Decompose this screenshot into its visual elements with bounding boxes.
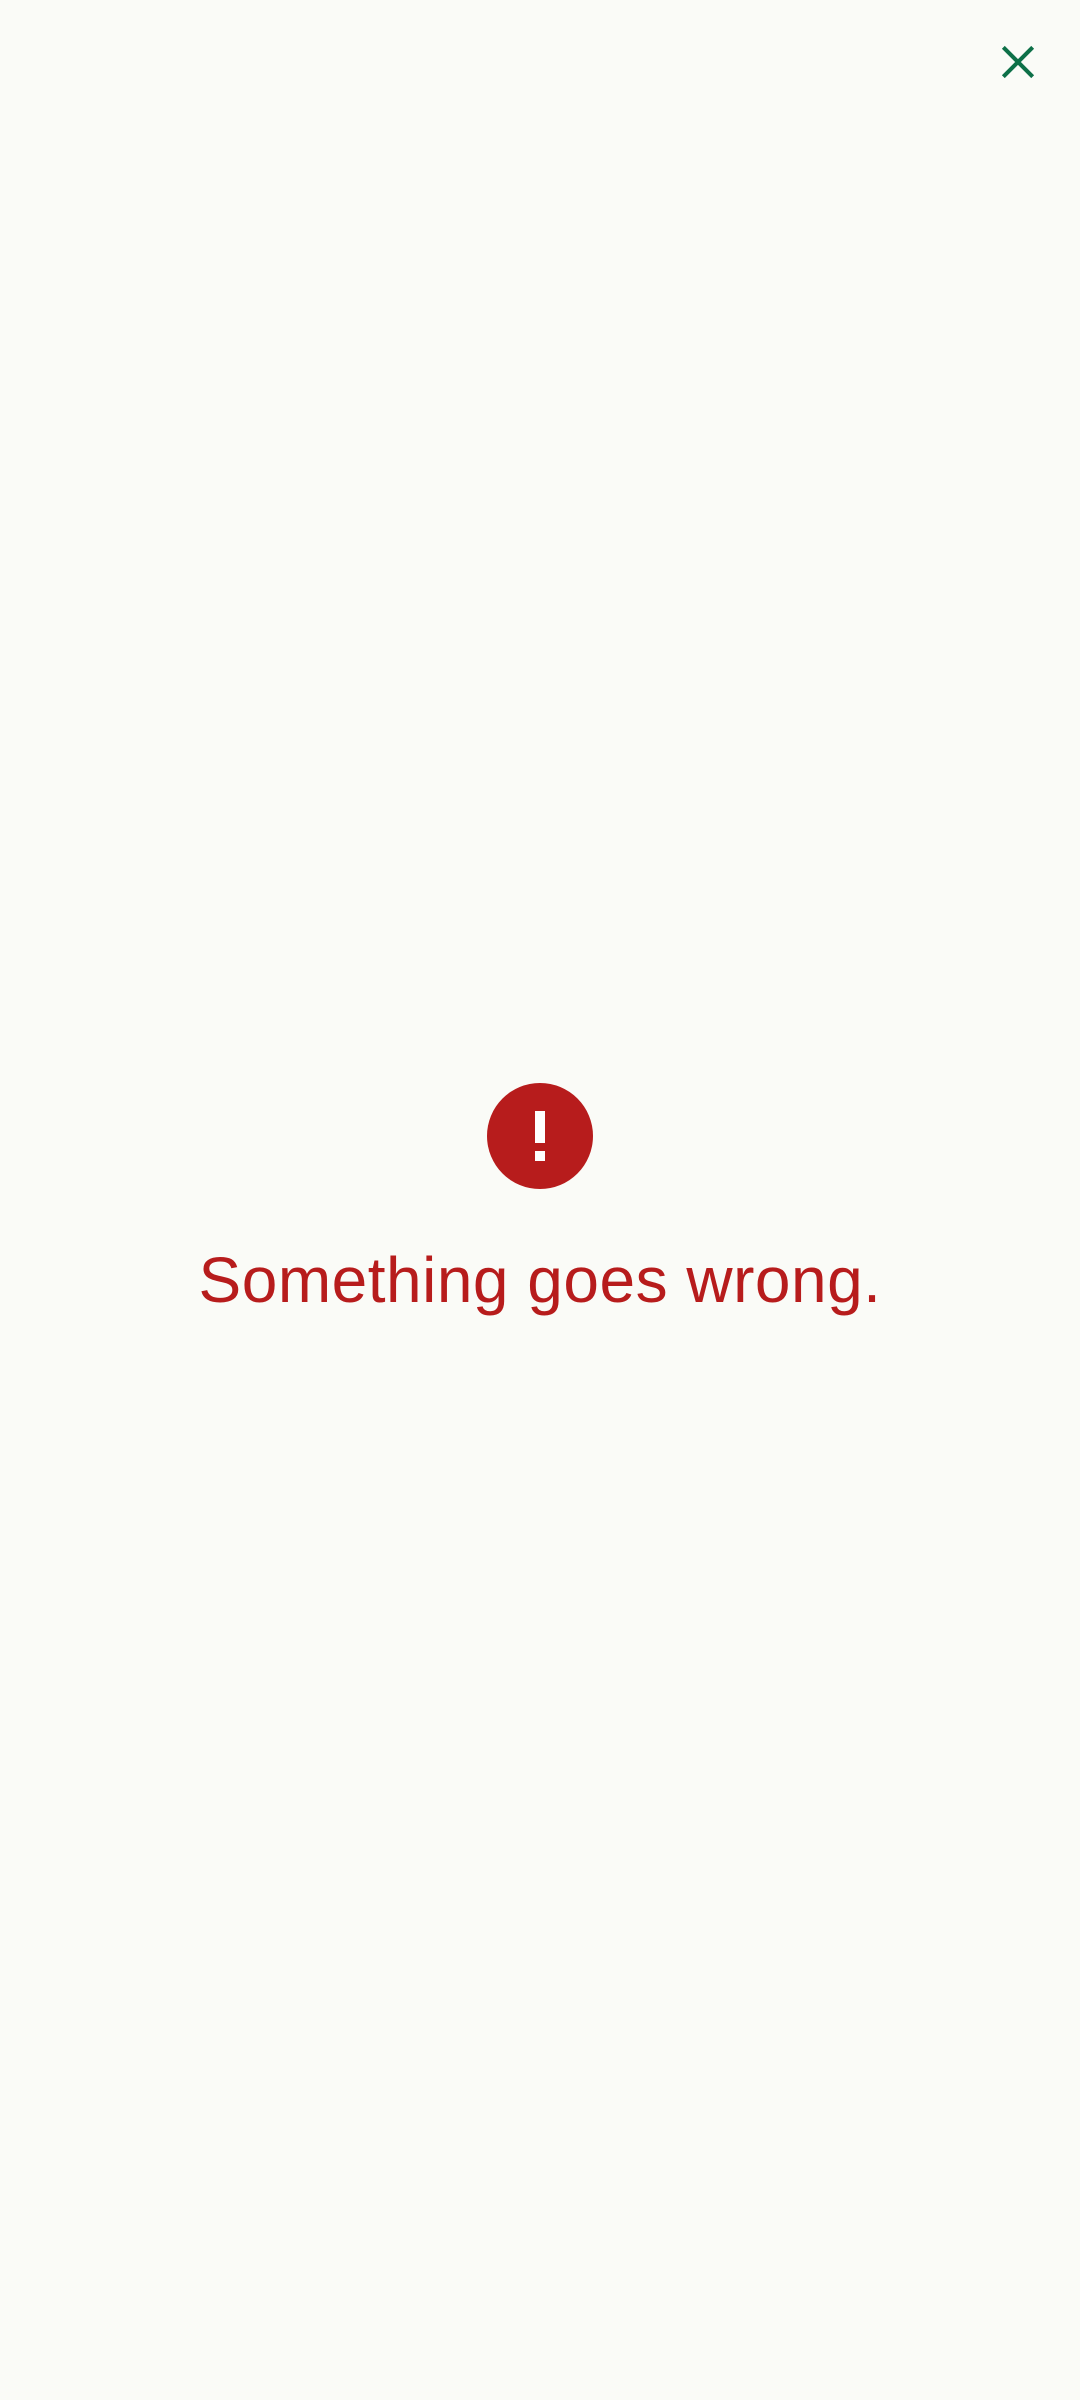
close-button[interactable] [982,26,1054,98]
error-message: Something goes wrong. [198,1244,882,1316]
exclamation-circle-icon [487,1083,593,1189]
close-icon [996,40,1040,84]
